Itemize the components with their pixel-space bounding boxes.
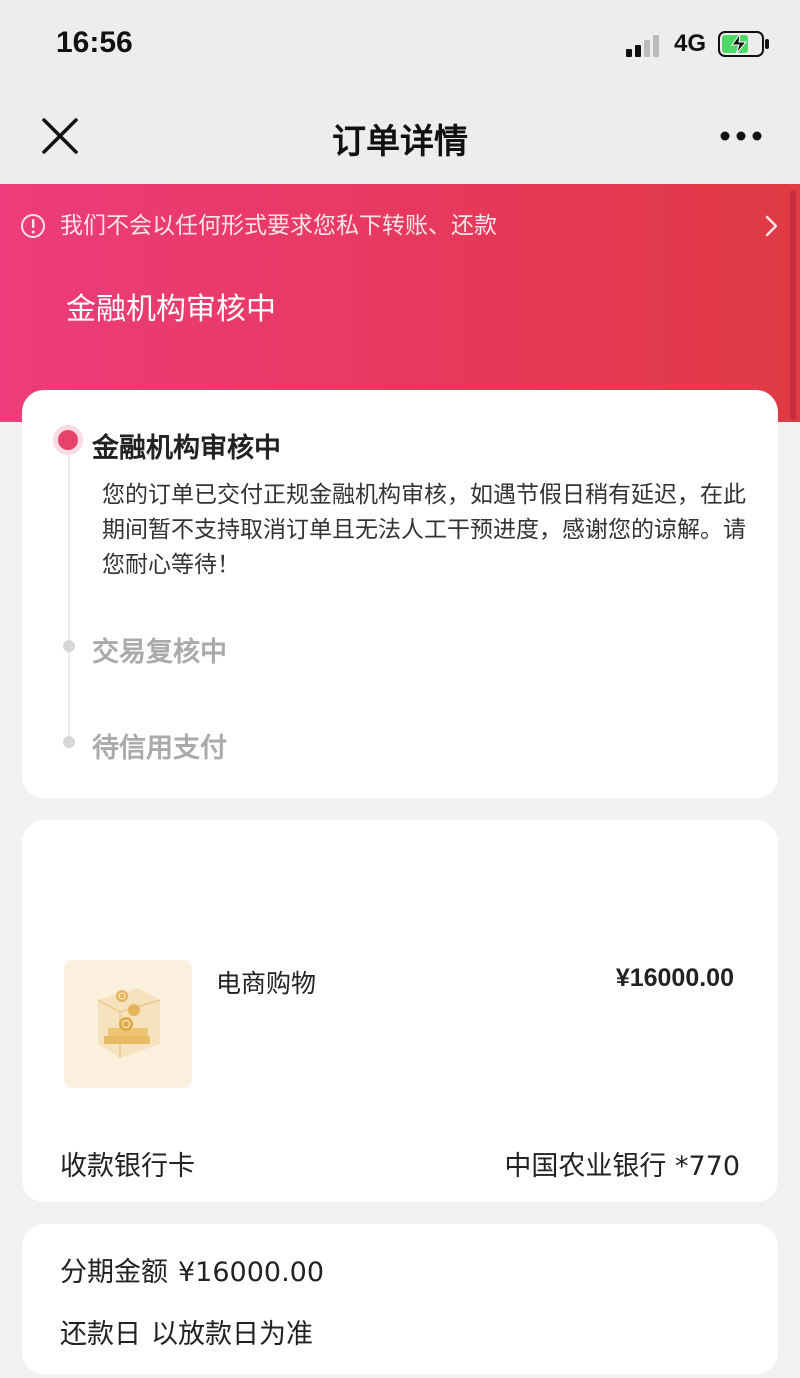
scrollbar[interactable]: [790, 190, 796, 420]
alert-circle-icon: [20, 213, 46, 239]
order-status-header: 我们不会以任何形式要求您私下转账、还款 金融机构审核中: [0, 184, 800, 422]
status-timeline-card: 金融机构审核中 您的订单已交付正规金融机构审核，如遇节假日稍有延迟，在此期间暂不…: [22, 390, 778, 798]
gold-coin-box-icon: [64, 960, 192, 1088]
timeline-line: [68, 446, 70, 746]
battery-icon: [718, 31, 770, 57]
order-status-title: 金融机构审核中: [66, 292, 276, 327]
status-time: 16:56: [56, 26, 133, 59]
repayment-day-label: 还款日: [60, 1319, 141, 1350]
signal-icon: [626, 33, 666, 57]
chevron-right-icon: [764, 214, 780, 238]
page-title: 订单详情: [332, 122, 468, 162]
timeline-step-payment: 待信用支付: [92, 733, 227, 764]
bank-card-label: 收款银行卡: [60, 1151, 195, 1182]
security-notice[interactable]: 我们不会以任何形式要求您私下转账、还款: [20, 210, 790, 242]
installment-card: 分期金额 ¥16000.00 还款日 以放款日为准: [22, 1224, 778, 1374]
product-card: 电商购物 ¥16000.00 收款银行卡 中国农业银行 *770: [22, 820, 778, 1202]
more-icon[interactable]: [716, 124, 766, 148]
bank-card-value: 中国农业银行 *770: [504, 1151, 740, 1182]
timeline-step-review: 交易复核中: [92, 637, 227, 668]
timeline-dot: [63, 640, 75, 652]
timeline-active-title: 金融机构审核中: [92, 433, 281, 464]
repayment-day-row: 还款日 以放款日为准: [60, 1312, 313, 1351]
installment-amount-row: 分期金额 ¥16000.00: [60, 1250, 324, 1289]
installment-amount-label: 分期金额: [60, 1257, 168, 1288]
timeline-active-description: 您的订单已交付正规金融机构审核，如遇节假日稍有延迟，在此期间暂不支持取消订单且无…: [102, 482, 746, 578]
network-type: 4G: [674, 30, 707, 57]
product-name: 电商购物: [216, 969, 317, 998]
repayment-day-value: 以放款日为准: [151, 1319, 313, 1350]
installment-amount-value: ¥16000.00: [178, 1257, 325, 1288]
status-bar: 16:56 4G: [0, 0, 800, 90]
timeline-active-dot: [58, 430, 78, 450]
notice-text: 我们不会以任何形式要求您私下转账、还款: [60, 213, 497, 239]
timeline-dot: [63, 736, 75, 748]
nav-bar: 订单详情: [0, 90, 800, 184]
product-price: ¥16000.00: [615, 964, 734, 992]
